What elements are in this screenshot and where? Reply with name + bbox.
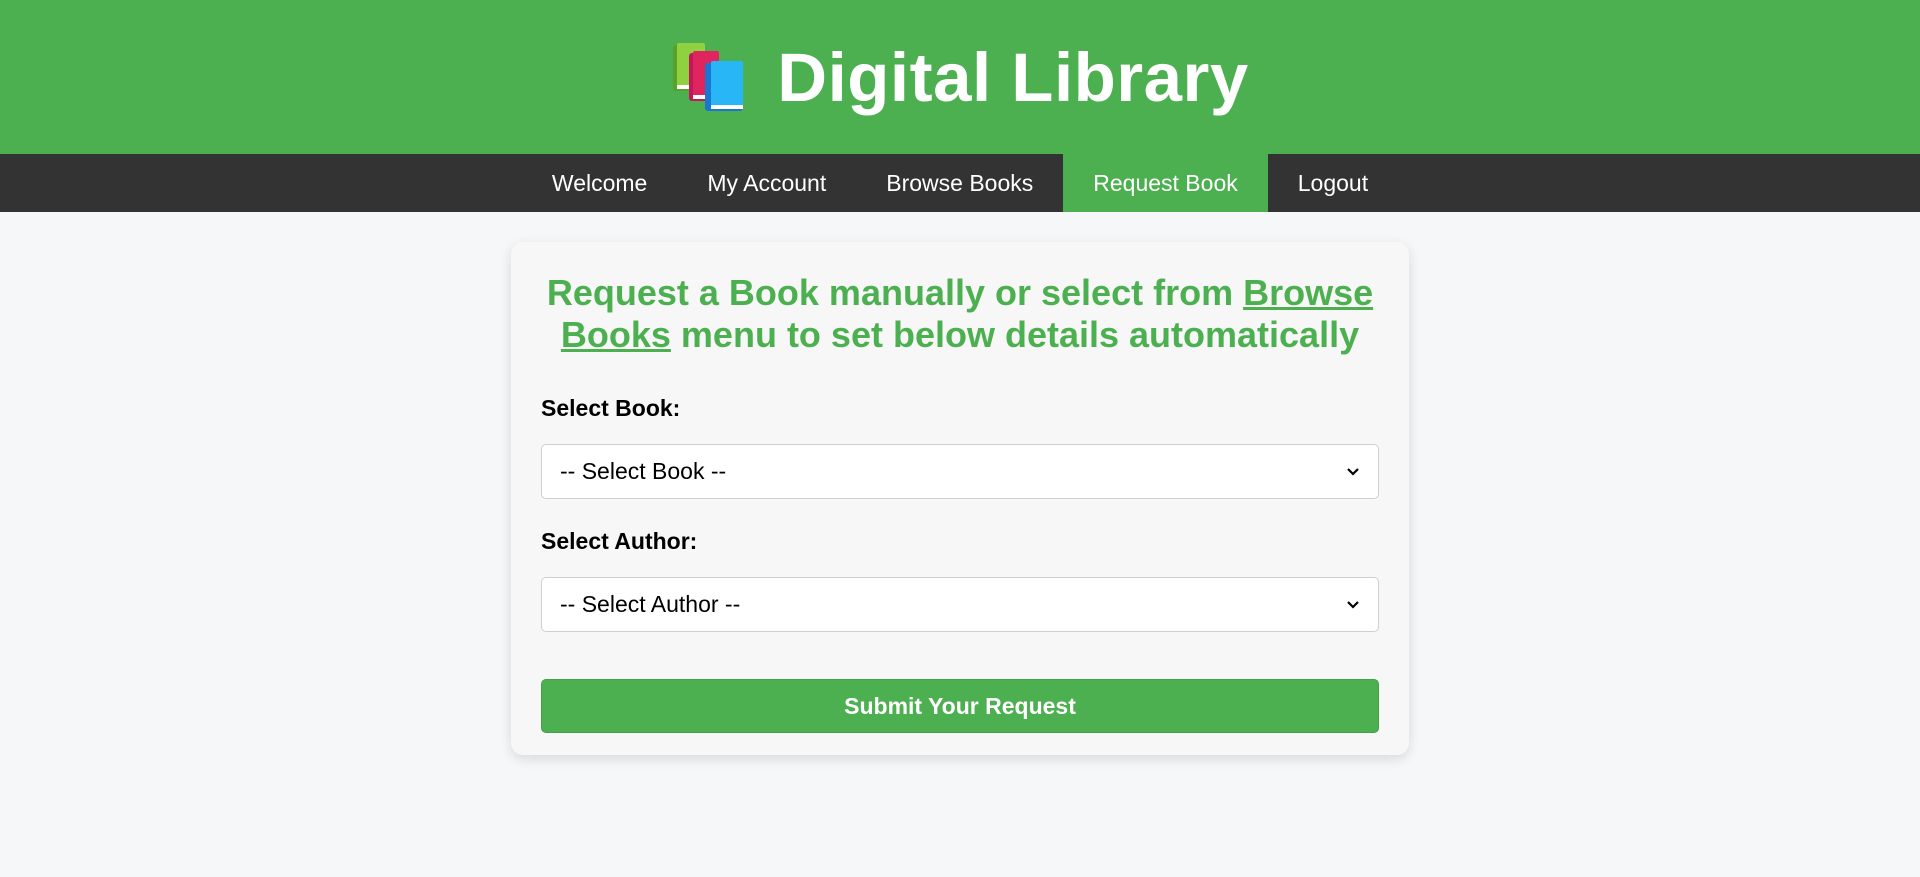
site-header: Digital Library: [0, 0, 1920, 154]
chevron-down-icon: [1346, 467, 1360, 477]
page-title: Digital Library: [777, 38, 1249, 116]
book-label: Select Book:: [541, 395, 681, 421]
form-heading: Request a Book manually or select from B…: [541, 272, 1379, 356]
request-form-card: Request a Book manually or select from B…: [511, 242, 1409, 755]
heading-text-prefix: Request a Book manually or select from: [546, 272, 1244, 313]
nav-item-logout[interactable]: Logout: [1268, 154, 1398, 212]
nav-item-browse-books[interactable]: Browse Books: [856, 154, 1063, 212]
nav-item-welcome[interactable]: Welcome: [522, 154, 677, 212]
book-select[interactable]: -- Select Book --: [541, 444, 1379, 499]
author-label: Select Author:: [541, 528, 698, 554]
nav-item-request-book[interactable]: Request Book: [1063, 154, 1268, 212]
heading-text-suffix: menu to set below details automatically: [670, 314, 1360, 355]
author-select-value: -- Select Author --: [560, 591, 741, 617]
chevron-down-icon: [1346, 600, 1360, 610]
books-icon: [671, 41, 747, 113]
main-nav: Welcome My Account Browse Books Request …: [0, 154, 1920, 212]
book-select-value: -- Select Book --: [560, 458, 727, 484]
submit-request-button[interactable]: Submit Your Request: [541, 679, 1379, 733]
author-select[interactable]: -- Select Author --: [541, 577, 1379, 632]
nav-item-my-account[interactable]: My Account: [677, 154, 856, 212]
